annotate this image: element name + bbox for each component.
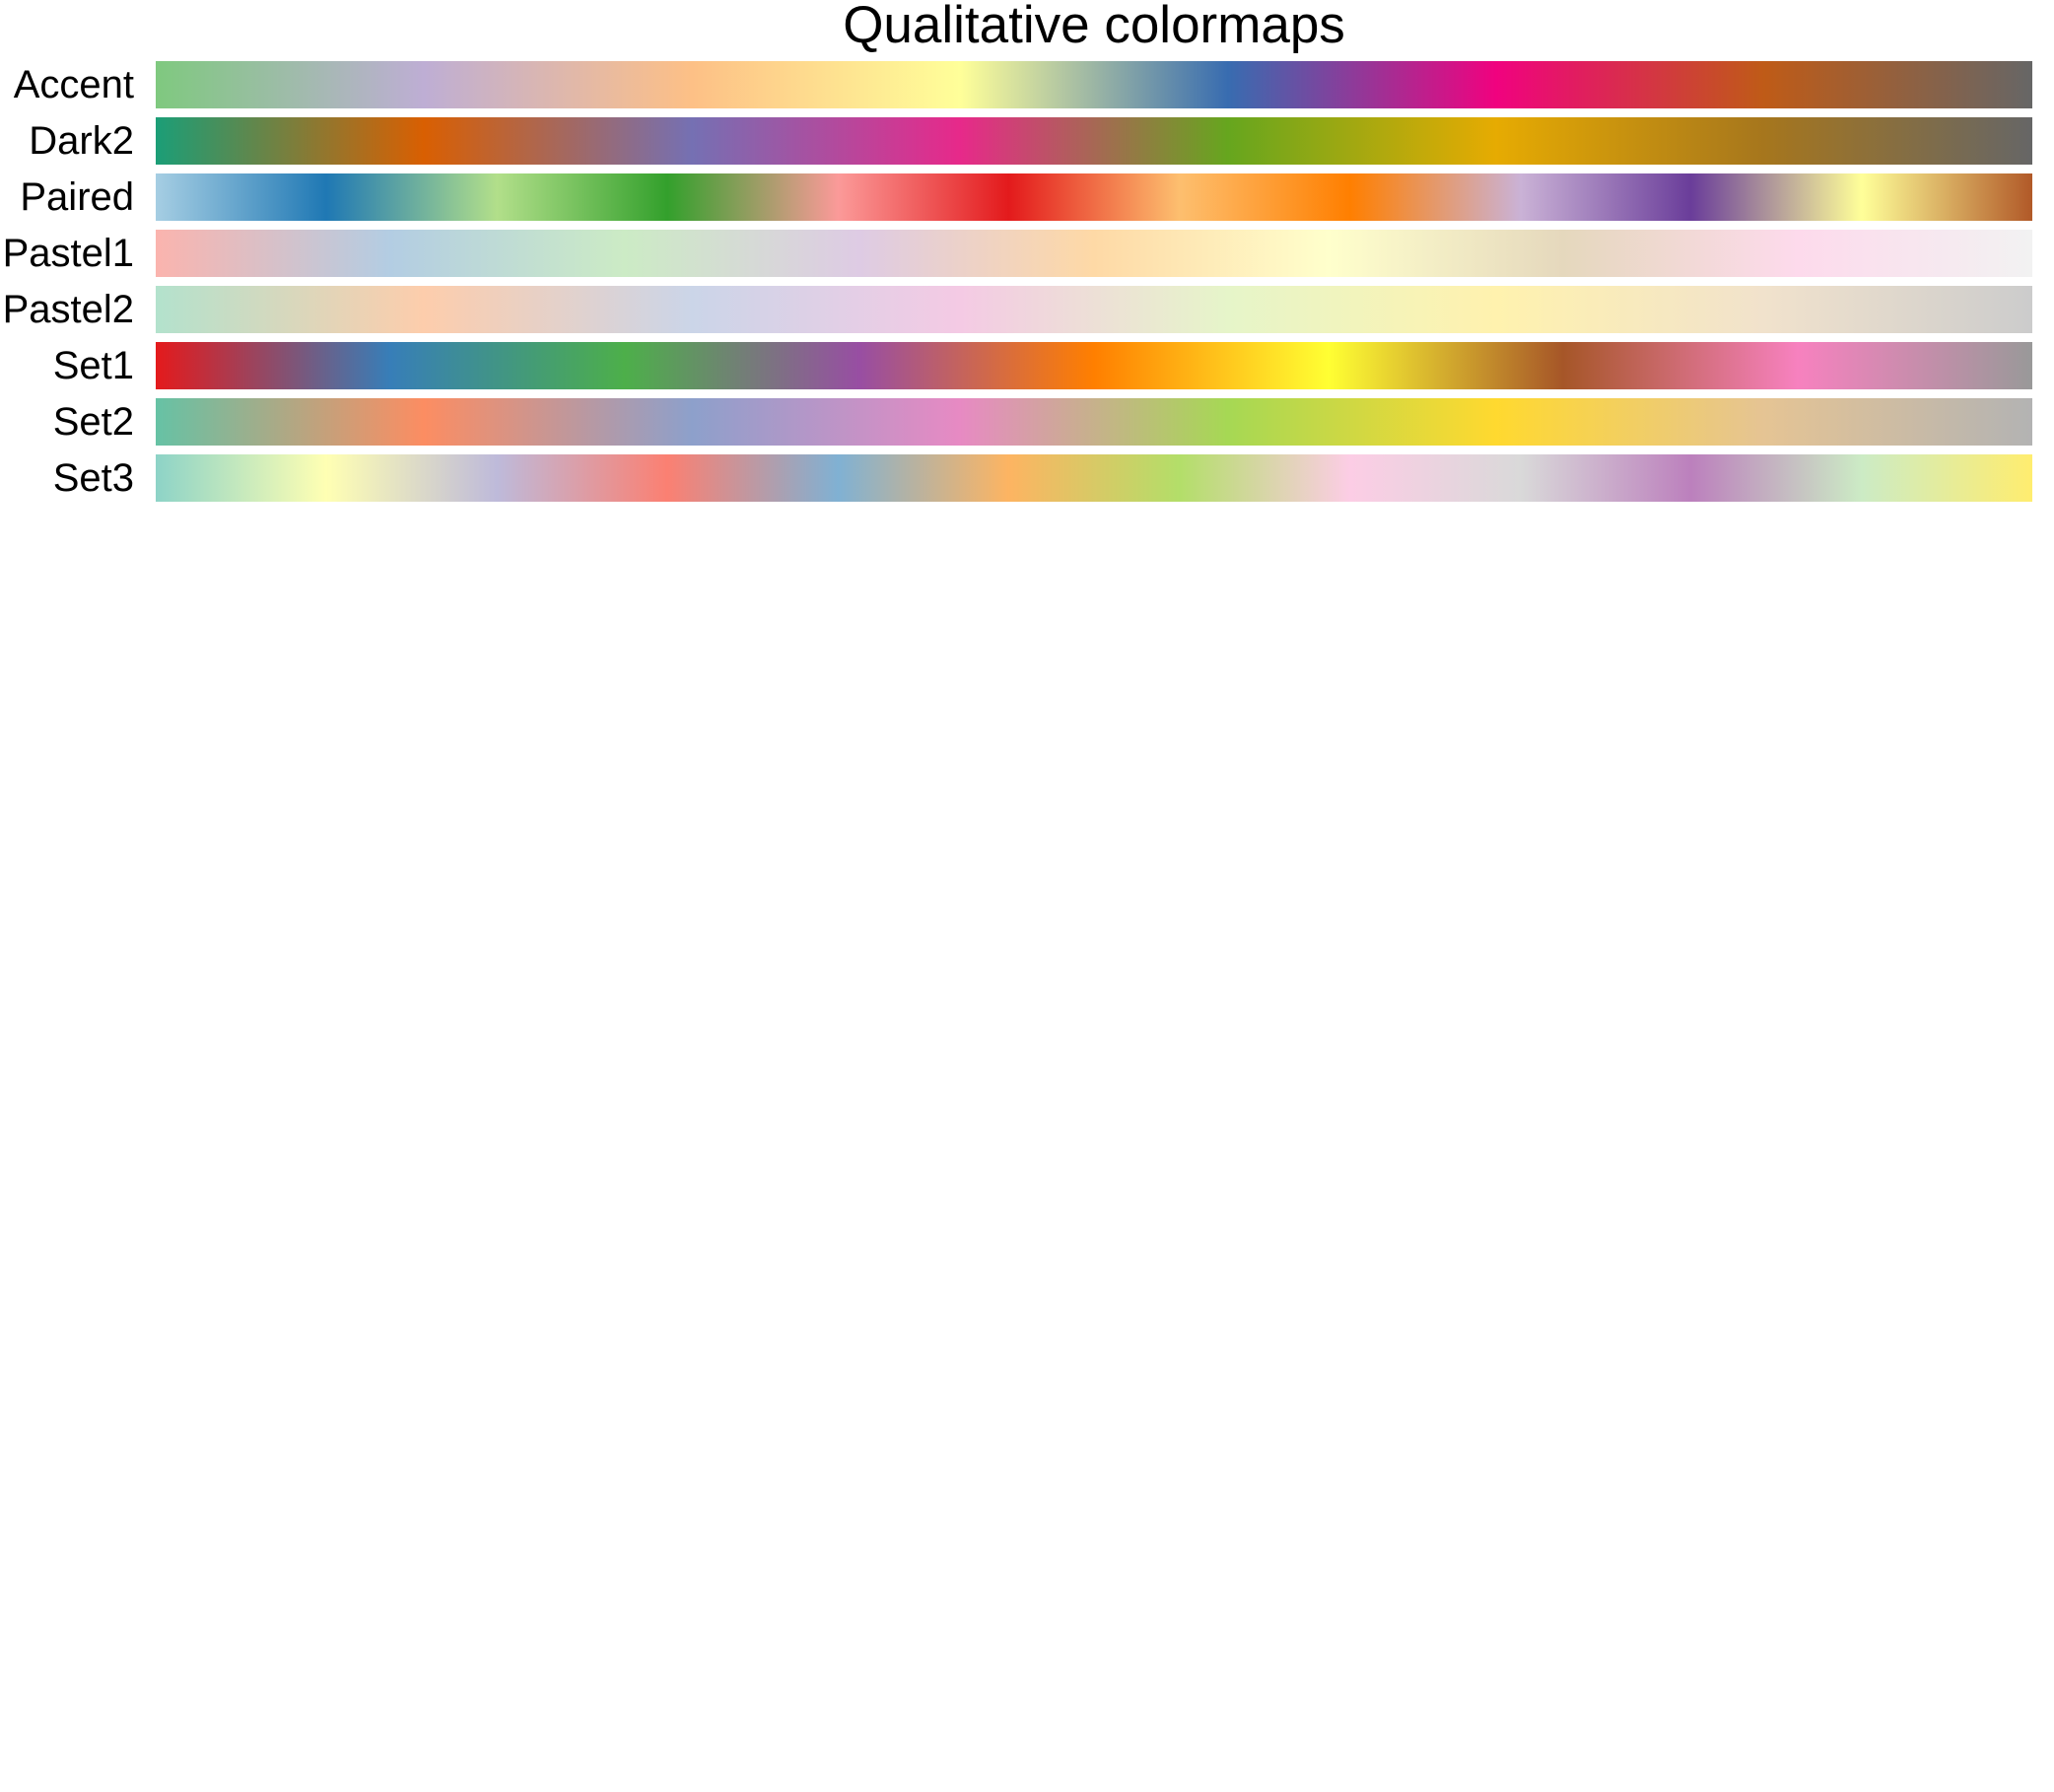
colormap-bar xyxy=(156,173,2032,221)
colormap-bar xyxy=(156,61,2032,108)
colormap-bar xyxy=(156,117,2032,165)
colormap-bar xyxy=(156,398,2032,446)
colormap-row-dark2: Dark2 xyxy=(0,117,2054,165)
colormap-label: Dark2 xyxy=(29,119,134,163)
colormap-bar xyxy=(156,230,2032,277)
colormap-bar xyxy=(156,454,2032,502)
colormap-label: Paired xyxy=(20,175,134,219)
colormap-row-set2: Set2 xyxy=(0,398,2054,446)
chart-title: Qualitative colormaps xyxy=(843,0,1345,54)
colormap-label: Set2 xyxy=(52,400,134,444)
colormap-label: Set1 xyxy=(52,344,134,387)
colormap-row-pastel2: Pastel2 xyxy=(0,286,2054,333)
colormap-row-pastel1: Pastel1 xyxy=(0,230,2054,277)
colormap-bar xyxy=(156,286,2032,333)
colormap-row-paired: Paired xyxy=(0,173,2054,221)
colormap-row-set1: Set1 xyxy=(0,342,2054,389)
colormap-label: Pastel2 xyxy=(2,288,134,331)
colormap-row-accent: Accent xyxy=(0,61,2054,108)
colormap-row-set3: Set3 xyxy=(0,454,2054,502)
colormap-label: Pastel1 xyxy=(2,232,134,275)
colormap-label: Accent xyxy=(13,63,134,106)
colormap-bar xyxy=(156,342,2032,389)
colormap-label: Set3 xyxy=(52,456,134,500)
colormap-figure: Qualitative colormaps Accent Dark2 Paired P… xyxy=(0,0,2054,1792)
